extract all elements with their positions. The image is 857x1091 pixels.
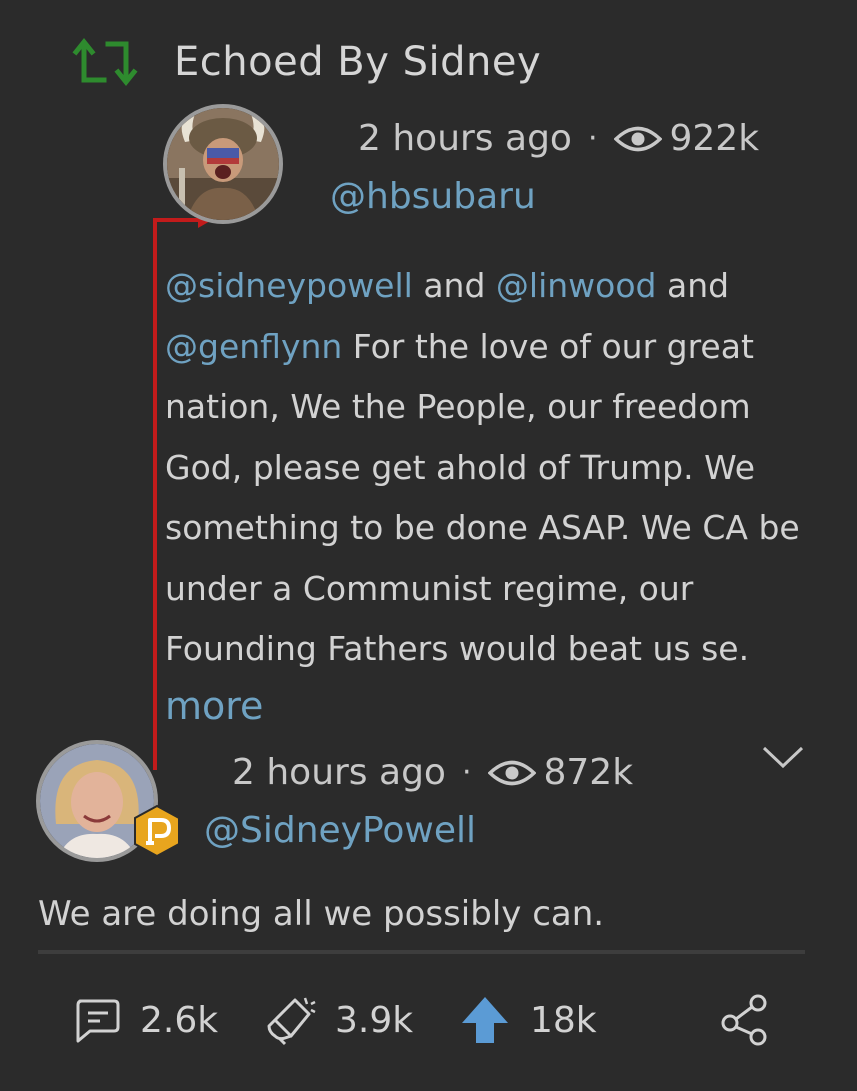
echo-label: Echoed By Sidney (174, 39, 542, 85)
share-icon (721, 994, 767, 1046)
chevron-down-icon[interactable] (760, 740, 806, 772)
post-text: and (656, 266, 730, 305)
post-text: and (412, 266, 496, 305)
divider (38, 950, 805, 954)
eye-icon (613, 126, 662, 151)
post-meta: 2 hours ago · 922k (358, 118, 759, 159)
upvote-count: 18k (530, 999, 597, 1041)
meta-separator: · (461, 755, 472, 790)
megaphone-icon (267, 997, 316, 1046)
share-button[interactable] (718, 990, 772, 1050)
mention-link[interactable]: @sidneypowell (165, 266, 413, 305)
echo-count: 3.9k (335, 999, 414, 1041)
comment-icon (76, 999, 120, 1043)
echoer-handle[interactable]: @SidneyPowell (204, 810, 476, 851)
upvote-button[interactable]: 18k (458, 990, 597, 1050)
echo-header: Echoed By Sidney (66, 30, 541, 94)
mention-link[interactable]: @linwood (496, 266, 657, 305)
author-handle[interactable]: @hbsubaru (330, 176, 536, 217)
echo-icon (72, 37, 138, 87)
post-text: For the love of our great nation, We the… (165, 326, 800, 669)
echo-time: 2 hours ago (232, 752, 446, 793)
upvote-arrow-icon (462, 997, 508, 1043)
avatar-image (167, 108, 279, 220)
view-count: 922k (669, 118, 760, 159)
comment-count: 2.6k (140, 999, 219, 1041)
parler-badge-icon (134, 804, 180, 858)
echo-view-count: 872k (543, 752, 634, 793)
post-time: 2 hours ago (358, 118, 572, 159)
more-link[interactable]: more (165, 684, 263, 728)
comment-button[interactable]: 2.6k (72, 990, 218, 1050)
action-bar: 2.6k 3.9k 18k (0, 990, 857, 1050)
post-body: @sidneypowell and @linwood and @genflynn… (165, 256, 807, 738)
meta-separator: · (587, 121, 598, 156)
echo-button[interactable]: 3.9k (265, 990, 413, 1050)
eye-icon (487, 760, 536, 785)
echo-meta: 2 hours ago · 872k (232, 752, 633, 793)
echo-comment: We are doing all we possibly can. (38, 894, 605, 934)
mention-link[interactable]: @genflynn (165, 327, 342, 366)
avatar[interactable] (163, 104, 283, 224)
